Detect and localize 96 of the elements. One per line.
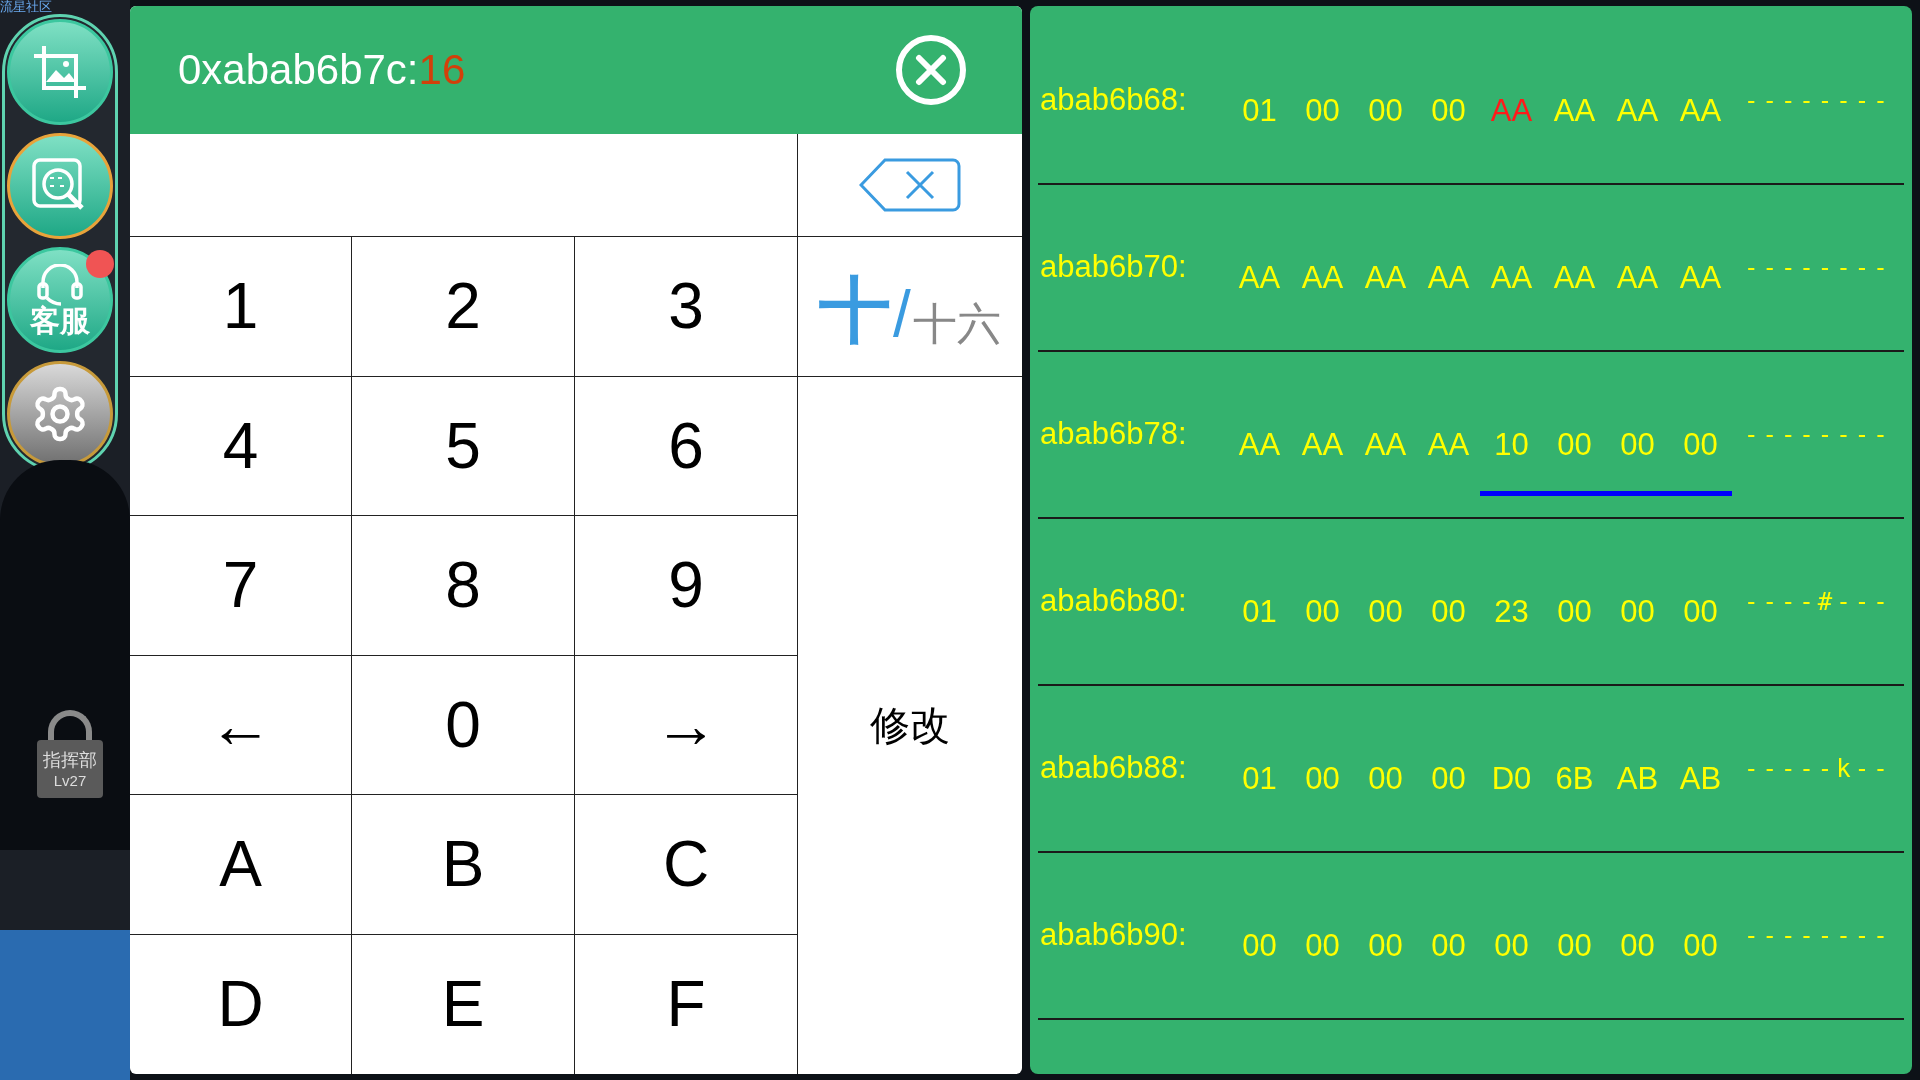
address-title: 0xabab6b7c: bbox=[178, 49, 419, 91]
hex-byte[interactable]: 00 bbox=[1669, 926, 1732, 997]
hex-byte[interactable]: AA bbox=[1354, 258, 1417, 329]
hex-byte[interactable]: 00 bbox=[1291, 926, 1354, 997]
key-button[interactable]: 9 bbox=[575, 516, 798, 656]
hex-byte[interactable]: 00 bbox=[1417, 759, 1480, 830]
hex-byte[interactable]: 00 bbox=[1543, 592, 1606, 663]
tool-button[interactable] bbox=[7, 19, 113, 125]
hex-byte[interactable]: AB bbox=[1606, 759, 1669, 830]
close-icon bbox=[915, 54, 947, 86]
hex-byte[interactable]: 00 bbox=[1228, 926, 1291, 997]
hex-byte[interactable]: 00 bbox=[1669, 592, 1732, 663]
image-icon bbox=[32, 44, 88, 100]
key-button[interactable]: 3 bbox=[575, 237, 798, 377]
ascii-text: ----#--- bbox=[1744, 586, 1892, 618]
backspace-icon bbox=[859, 158, 961, 212]
hex-byte[interactable]: 00 bbox=[1291, 759, 1354, 830]
address-label: abab6b88: bbox=[1039, 749, 1188, 788]
hex-byte[interactable]: AA bbox=[1480, 258, 1543, 329]
hex-byte[interactable]: 00 bbox=[1606, 592, 1669, 663]
hex-byte[interactable]: 00 bbox=[1669, 425, 1732, 496]
key-button[interactable]: 4 bbox=[130, 376, 352, 516]
hex-byte[interactable]: AA bbox=[1354, 425, 1417, 496]
key-button[interactable]: 0 bbox=[352, 655, 575, 795]
hex-byte[interactable]: 00 bbox=[1606, 926, 1669, 997]
hex-byte[interactable]: AA bbox=[1417, 258, 1480, 329]
hex-byte[interactable]: 00 bbox=[1417, 592, 1480, 663]
key-button[interactable]: D bbox=[130, 934, 352, 1074]
hex-byte[interactable]: AA bbox=[1417, 425, 1480, 496]
hex-byte[interactable]: AA bbox=[1543, 258, 1606, 329]
hex-byte[interactable]: 00 bbox=[1354, 759, 1417, 830]
hex-byte[interactable]: 00 bbox=[1354, 926, 1417, 997]
key-button[interactable]: ← bbox=[130, 655, 352, 795]
address-label: abab6b70: bbox=[1039, 248, 1188, 287]
address-label: abab6b80: bbox=[1039, 582, 1188, 621]
hex-byte[interactable]: 00 bbox=[1291, 592, 1354, 663]
ascii-text: -----k-- bbox=[1744, 753, 1892, 785]
key-button[interactable]: 7 bbox=[130, 516, 352, 656]
hex-byte[interactable]: AA bbox=[1291, 425, 1354, 496]
lock-title: 指挥部 bbox=[43, 750, 97, 769]
key-button[interactable]: 8 bbox=[352, 516, 575, 656]
separator-label: / bbox=[893, 281, 911, 346]
headset-icon bbox=[35, 264, 85, 306]
hex-byte[interactable]: AA bbox=[1228, 425, 1291, 496]
hex-byte[interactable]: 00 bbox=[1543, 425, 1606, 496]
hex-byte[interactable]: 00 bbox=[1606, 425, 1669, 496]
key-button[interactable]: 2 bbox=[352, 237, 575, 377]
ascii-text: -------- bbox=[1744, 920, 1892, 952]
hex-byte[interactable]: 00 bbox=[1480, 926, 1543, 997]
hex-byte[interactable]: 10 bbox=[1480, 425, 1543, 496]
hex-byte[interactable]: D0 bbox=[1480, 759, 1543, 830]
hex-byte[interactable]: AB bbox=[1669, 759, 1732, 830]
hex-byte[interactable]: AA bbox=[1669, 91, 1732, 162]
address-label: abab6b90: bbox=[1039, 916, 1188, 955]
address-label: abab6b68: bbox=[1039, 81, 1188, 120]
modify-button[interactable]: 修改 bbox=[798, 376, 1022, 1074]
hex-byte[interactable]: 01 bbox=[1228, 759, 1291, 830]
hex-byte[interactable]: AA bbox=[1228, 258, 1291, 329]
key-button[interactable]: 1 bbox=[130, 237, 352, 377]
key-button[interactable]: F bbox=[575, 934, 798, 1074]
hex-byte[interactable]: 6B bbox=[1543, 759, 1606, 830]
key-button[interactable]: B bbox=[352, 795, 575, 935]
corner-label: 流星社区 bbox=[0, 0, 54, 13]
hex-byte[interactable]: AA bbox=[1543, 91, 1606, 162]
hex-byte[interactable]: 00 bbox=[1291, 91, 1354, 162]
close-button[interactable] bbox=[896, 35, 966, 105]
hex-byte[interactable]: 01 bbox=[1228, 592, 1291, 663]
hex-byte[interactable]: AA bbox=[1480, 91, 1543, 162]
base-option[interactable]: 十 bbox=[819, 273, 892, 346]
ascii-text: -------- bbox=[1744, 252, 1892, 284]
hex-byte[interactable]: 01 bbox=[1228, 91, 1291, 162]
hex-byte[interactable]: AA bbox=[1669, 258, 1732, 329]
hex-byte[interactable]: 00 bbox=[1417, 926, 1480, 997]
hex-byte[interactable]: AA bbox=[1606, 258, 1669, 329]
key-button[interactable]: E bbox=[352, 934, 575, 1074]
value-size: 16 bbox=[418, 49, 466, 91]
hex-byte[interactable]: 00 bbox=[1543, 926, 1606, 997]
address-label: abab6b78: bbox=[1039, 415, 1188, 454]
key-button[interactable]: 5 bbox=[352, 376, 575, 516]
key-button[interactable]: A bbox=[130, 795, 352, 935]
input-field[interactable] bbox=[130, 134, 798, 237]
hex-byte[interactable]: 00 bbox=[1354, 592, 1417, 663]
ascii-text: -------- bbox=[1744, 85, 1892, 117]
key-button[interactable]: → bbox=[575, 655, 798, 795]
hex-byte[interactable]: 00 bbox=[1417, 91, 1480, 162]
ascii-text: -------- bbox=[1744, 419, 1892, 451]
tool-button[interactable]: 客服 bbox=[7, 247, 113, 353]
key-button[interactable]: 6 bbox=[575, 376, 798, 516]
level-label: Lv27 bbox=[53, 772, 87, 788]
hex-byte[interactable]: 23 bbox=[1480, 592, 1543, 663]
number-base-toggle[interactable]: 十/十六 bbox=[798, 237, 1022, 377]
hex-byte[interactable]: AA bbox=[1291, 258, 1354, 329]
hex-byte[interactable]: 00 bbox=[1354, 91, 1417, 162]
hex-byte[interactable]: AA bbox=[1606, 91, 1669, 162]
base-option[interactable]: 十六 bbox=[912, 301, 1001, 346]
key-button[interactable]: C bbox=[575, 795, 798, 935]
